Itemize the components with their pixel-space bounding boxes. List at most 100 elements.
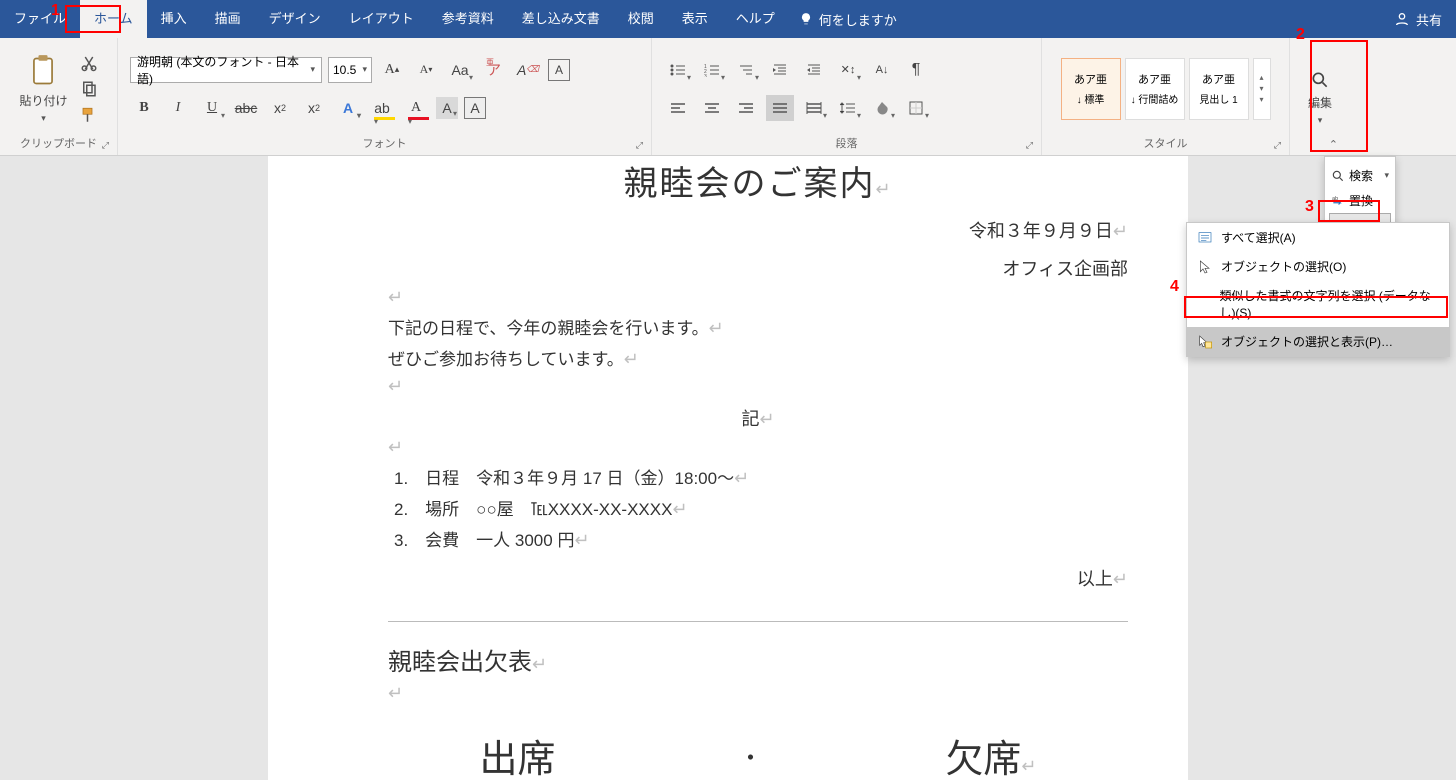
bold-button[interactable]: B bbox=[130, 95, 158, 121]
strikethrough-button[interactable]: abc bbox=[232, 95, 260, 121]
doc-list-1: 1. 日程 令和３年９月 17 日（金）18:00～ bbox=[394, 469, 734, 488]
show-marks-icon[interactable]: ¶ bbox=[902, 57, 930, 83]
tab-layout[interactable]: レイアウト bbox=[335, 0, 428, 38]
subscript-button[interactable]: x2 bbox=[266, 95, 294, 121]
enclose-char-icon[interactable]: A bbox=[548, 59, 570, 81]
group-font: 游明朝 (本文のフォント - 日本語)▾ 10.5▾ A▴ A▾ Aa ア亜 A… bbox=[118, 38, 652, 155]
styles-launcher[interactable]: ⤢ bbox=[1274, 140, 1281, 151]
tab-home[interactable]: ホーム bbox=[80, 0, 147, 38]
tab-file[interactable]: ファイル bbox=[0, 0, 80, 38]
paste-label: 貼り付け bbox=[19, 92, 67, 109]
tab-references[interactable]: 参考資料 bbox=[428, 0, 508, 38]
share-button[interactable]: 共有 bbox=[1416, 10, 1442, 29]
font-size-combo[interactable]: 10.5▾ bbox=[328, 57, 372, 83]
align-left-icon[interactable] bbox=[664, 95, 692, 121]
editing-button[interactable]: 編集 ▾ bbox=[1308, 70, 1332, 126]
copy-icon[interactable] bbox=[80, 80, 98, 98]
clipboard-icon bbox=[29, 54, 57, 88]
cut-icon[interactable] bbox=[80, 54, 98, 72]
doc-body-2: ぜひご参加お待ちしています。 bbox=[388, 350, 624, 369]
tell-me-search[interactable]: 何をしますか bbox=[799, 10, 897, 29]
menu-bar: ファイル ホーム 挿入 描画 デザイン レイアウト 参考資料 差し込み文書 校閲… bbox=[0, 0, 1456, 38]
align-center-icon[interactable] bbox=[698, 95, 726, 121]
font-launcher[interactable]: ⤢ bbox=[636, 140, 643, 151]
doc-body-1: 下記の日程で、今年の親睦会を行います。 bbox=[388, 319, 709, 338]
text-effects-icon[interactable]: A bbox=[334, 95, 362, 121]
replace-menu-item[interactable]: ab 置換 bbox=[1329, 188, 1391, 213]
bullets-icon[interactable] bbox=[664, 57, 692, 83]
doc-absent: 欠席 bbox=[945, 739, 1021, 780]
format-painter-icon[interactable] bbox=[80, 106, 98, 124]
styles-more-button[interactable]: ▴▾▾ bbox=[1253, 58, 1271, 120]
svg-text:ab: ab bbox=[1332, 195, 1338, 201]
replace-icon: ab bbox=[1331, 194, 1345, 208]
multilevel-list-icon[interactable] bbox=[732, 57, 760, 83]
select-all-icon bbox=[1197, 230, 1213, 246]
annotation-1: 1 bbox=[51, 2, 60, 20]
font-color-icon[interactable]: A bbox=[402, 95, 430, 121]
doc-date: 令和３年９月９日 bbox=[969, 221, 1113, 241]
annotation-2: 2 bbox=[1296, 26, 1305, 44]
document-page[interactable]: 親睦会のご案内↵ 令和３年９月９日↵ オフィス企画部 ↵ 下記の日程で、今年の親… bbox=[268, 156, 1188, 780]
tab-review[interactable]: 校閲 bbox=[614, 0, 668, 38]
clipboard-launcher[interactable]: ⤢ bbox=[102, 140, 109, 151]
tab-insert[interactable]: 挿入 bbox=[147, 0, 201, 38]
group-clipboard: 貼り付け ▾ クリップボード⤢ bbox=[0, 38, 118, 155]
group-label-styles: スタイル⤢ bbox=[1048, 135, 1283, 153]
select-all-item[interactable]: すべて選択(A) bbox=[1187, 223, 1449, 252]
superscript-button[interactable]: x2 bbox=[300, 95, 328, 121]
group-paragraph: 123 ✕↕ A↓ ¶ 段落⤢ bbox=[652, 38, 1042, 155]
align-right-icon[interactable] bbox=[732, 95, 760, 121]
distributed-icon[interactable] bbox=[800, 95, 828, 121]
select-submenu: すべて選択(A) オブジェクトの選択(O) 類似した書式の文字列を選択 (データ… bbox=[1186, 222, 1450, 357]
tab-design[interactable]: デザイン bbox=[255, 0, 335, 38]
style-heading1[interactable]: あア亜見出し 1 bbox=[1189, 58, 1249, 120]
tab-help[interactable]: ヘルプ bbox=[722, 0, 789, 38]
search-icon bbox=[1310, 70, 1330, 90]
style-normal[interactable]: あア亜↓ 標準 bbox=[1061, 58, 1121, 120]
font-name-combo[interactable]: 游明朝 (本文のフォント - 日本語)▾ bbox=[130, 57, 322, 83]
tab-draw[interactable]: 描画 bbox=[201, 0, 255, 38]
doc-ki: 記 bbox=[741, 409, 759, 429]
select-similar-item[interactable]: 類似した書式の文字列を選択 (データなし)(S) bbox=[1187, 281, 1449, 327]
sort-icon[interactable]: A↓ bbox=[868, 57, 896, 83]
paste-button[interactable]: 貼り付け ▾ bbox=[19, 54, 67, 124]
selection-pane-icon bbox=[1197, 334, 1213, 350]
char-shading-icon[interactable]: A bbox=[436, 97, 458, 119]
style-no-spacing[interactable]: あア亜↓ 行間詰め bbox=[1125, 58, 1185, 120]
grow-font-icon[interactable]: A▴ bbox=[378, 57, 406, 83]
line-spacing-icon[interactable] bbox=[834, 95, 862, 121]
select-objects-item[interactable]: オブジェクトの選択(O) bbox=[1187, 252, 1449, 281]
highlight-icon[interactable]: ab bbox=[368, 95, 396, 121]
shading-icon[interactable] bbox=[868, 95, 896, 121]
phonetic-guide-icon[interactable]: ア亜 bbox=[480, 57, 508, 83]
collapse-ribbon-icon[interactable]: ⌃ bbox=[1329, 138, 1338, 151]
paragraph-launcher[interactable]: ⤢ bbox=[1026, 140, 1033, 151]
underline-button[interactable]: U bbox=[198, 95, 226, 121]
selection-pane-item[interactable]: オブジェクトの選択と表示(P)… bbox=[1187, 327, 1449, 356]
decrease-indent-icon[interactable] bbox=[800, 57, 828, 83]
increase-indent-icon[interactable] bbox=[766, 57, 794, 83]
person-icon bbox=[1394, 11, 1410, 27]
lightbulb-icon bbox=[799, 12, 813, 26]
shrink-font-icon[interactable]: A▾ bbox=[412, 57, 440, 83]
find-menu-item[interactable]: 検索▾ bbox=[1329, 163, 1391, 188]
doc-title: 親睦会のご案内 bbox=[623, 165, 875, 203]
borders-icon[interactable] bbox=[902, 95, 930, 121]
numbering-icon[interactable]: 123 bbox=[698, 57, 726, 83]
doc-subtitle: 親睦会出欠表 bbox=[388, 649, 532, 676]
justify-icon[interactable] bbox=[766, 95, 794, 121]
annotation-4: 4 bbox=[1170, 278, 1179, 296]
group-editing: 編集 ▾ ⌃ bbox=[1290, 38, 1350, 155]
tab-mailings[interactable]: 差し込み文書 bbox=[508, 0, 614, 38]
ribbon: 貼り付け ▾ クリップボード⤢ 游明朝 (本文のフォント - 日本語)▾ 10.… bbox=[0, 38, 1456, 156]
tab-view[interactable]: 表示 bbox=[668, 0, 722, 38]
clear-format-icon[interactable]: A⌫ bbox=[514, 57, 542, 83]
italic-button[interactable]: I bbox=[164, 95, 192, 121]
doc-divider bbox=[388, 621, 1128, 622]
char-border-icon[interactable]: A bbox=[464, 97, 486, 119]
asian-layout-icon[interactable]: ✕↕ bbox=[834, 57, 862, 83]
change-case-icon[interactable]: Aa bbox=[446, 57, 474, 83]
tell-me-label: 何をしますか bbox=[819, 10, 897, 29]
editing-label: 編集 bbox=[1308, 94, 1332, 111]
